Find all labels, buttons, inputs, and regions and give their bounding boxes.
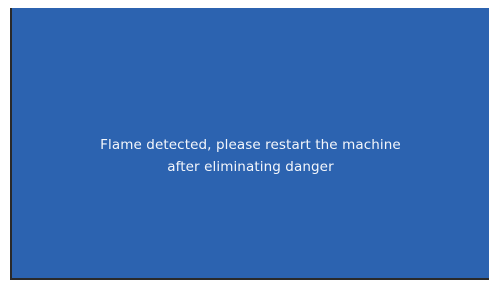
alert-message-line-2: after eliminating danger [167, 159, 334, 175]
alert-message-line-1: Flame detected, please restart the machi… [100, 137, 401, 153]
flame-alert-message: Flame detected, please restart the machi… [12, 134, 489, 178]
alert-screen: Flame detected, please restart the machi… [10, 8, 489, 280]
